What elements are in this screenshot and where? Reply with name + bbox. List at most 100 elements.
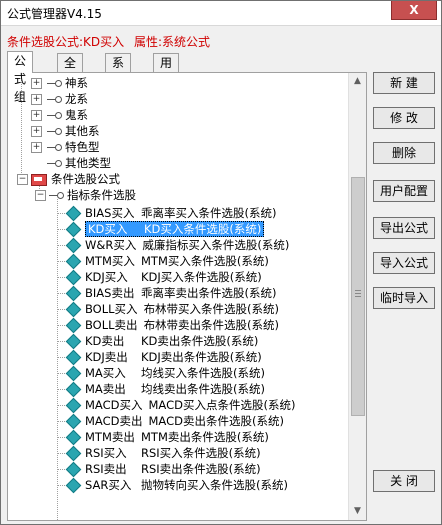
scroll-down-arrow-icon[interactable]: ▼ (349, 503, 366, 520)
formula-item[interactable]: KDJ卖出 KDJ卖出条件选股(系统) (57, 349, 262, 366)
formula-description: 威廉指标买入条件选股(系统) (142, 238, 290, 252)
formula-item-label: SAR买入 抛物转向买入条件选股(系统) (85, 478, 288, 492)
formula-item[interactable]: MA卖出 均线卖出条件选股(系统) (57, 381, 265, 398)
collapse-toggle[interactable]: − (17, 174, 28, 185)
new-button[interactable]: 新 建 (373, 72, 435, 94)
tab-all[interactable]: 全部 (57, 53, 84, 88)
close-button[interactable]: 关 闭 (373, 470, 435, 492)
formula-code: SAR买入 (85, 478, 132, 492)
formula-icon (65, 317, 82, 334)
formula-icon (65, 477, 82, 494)
formula-description: 均线买入条件选股(系统) (141, 366, 265, 380)
expand-toggle[interactable]: + (31, 78, 42, 89)
tree-connector (57, 421, 65, 422)
import-formula-button[interactable]: 导入公式 (373, 252, 435, 274)
tab-system[interactable]: 系统 (105, 53, 132, 88)
delete-button[interactable]: 删除 (373, 142, 435, 164)
formula-tree[interactable]: + 神系 + 龙系 + 鬼系 + 其他系 + 特色型 其他类型 − 条件选股公式… (8, 73, 348, 520)
formula-description: 布林带买入条件选股(系统) (143, 302, 280, 316)
tree-group-item[interactable]: + 鬼系 (31, 107, 88, 123)
edit-button[interactable]: 修 改 (373, 107, 435, 129)
formula-item-label: RSI卖出 RSI卖出条件选股(系统) (85, 462, 261, 476)
formula-code: MA卖出 (85, 382, 126, 396)
tree-connector (57, 437, 65, 438)
formula-code: MA买入 (85, 366, 126, 380)
expand-toggle[interactable]: + (31, 126, 42, 137)
formula-item-label: MA买入 均线买入条件选股(系统) (85, 366, 265, 380)
formula-item[interactable]: KD买入 KD买入条件选股(系统) (57, 221, 265, 238)
formula-description: 乖离率买入条件选股(系统) (141, 206, 277, 220)
tree-connector (57, 229, 65, 230)
collapse-toggle[interactable]: − (35, 190, 46, 201)
tree-connector (57, 373, 65, 374)
formula-description: 布林带卖出条件选股(系统) (143, 318, 280, 332)
formula-item[interactable]: KD卖出 KD卖出条件选股(系统) (57, 333, 258, 350)
formula-item[interactable]: MTM卖出 MTM卖出条件选股(系统) (57, 429, 269, 446)
formula-item[interactable]: BIAS买入 乖离率买入条件选股(系统) (57, 205, 277, 222)
tree-connector (57, 453, 65, 454)
formula-item[interactable]: SAR买入 抛物转向买入条件选股(系统) (57, 477, 288, 494)
expand-toggle[interactable]: + (31, 94, 42, 105)
current-formula-label: 条件选股公式:KD买入 (7, 35, 125, 49)
formula-icon (65, 333, 82, 350)
tree-connector (57, 469, 65, 470)
tree-connector (57, 389, 65, 390)
scrollbar-thumb[interactable] (351, 177, 365, 416)
formula-tree-panel: + 神系 + 龙系 + 鬼系 + 其他系 + 特色型 其他类型 − 条件选股公式… (7, 72, 367, 521)
formula-item[interactable]: RSI买入 RSI买入条件选股(系统) (57, 445, 261, 462)
formula-icon (65, 445, 82, 462)
formula-code: BIAS买入 (85, 206, 135, 220)
formula-info-line: 条件选股公式:KD买入 属性:系统公式 (7, 33, 210, 50)
formula-item[interactable]: MACD买入 MACD买入点条件选股(系统) (57, 397, 295, 414)
formula-code: BOLL卖出 (85, 318, 138, 332)
temp-import-button[interactable]: 临时导入 (373, 287, 435, 309)
formula-code: BIAS卖出 (85, 286, 135, 300)
formula-item[interactable]: BOLL卖出 布林带卖出条件选股(系统) (57, 317, 279, 334)
formula-description: KD卖出条件选股(系统) (141, 334, 259, 348)
category-folder-icon (31, 173, 47, 186)
expand-toggle[interactable]: + (31, 142, 42, 153)
vertical-scrollbar[interactable]: ▲ ▼ (348, 73, 366, 520)
formula-code: KDJ卖出 (85, 350, 128, 364)
formula-item[interactable]: MTM买入 MTM买入条件选股(系统) (57, 253, 269, 270)
formula-description: 乖离率卖出条件选股(系统) (141, 286, 277, 300)
tree-connector (57, 405, 65, 406)
formula-icon (65, 397, 82, 414)
tree-category-item[interactable]: − 条件选股公式 (17, 171, 120, 187)
tree-connector (57, 325, 65, 326)
formula-item[interactable]: BOLL买入 布林带买入条件选股(系统) (57, 301, 280, 318)
tree-group-item[interactable]: 其他类型 (35, 155, 111, 171)
export-formula-button[interactable]: 导出公式 (373, 217, 435, 239)
tree-group-item[interactable]: + 特色型 (31, 139, 100, 155)
formula-description: MTM买入条件选股(系统) (141, 254, 269, 268)
formula-item[interactable]: W&R买入 威廉指标买入条件选股(系统) (57, 237, 290, 254)
close-window-button[interactable]: X (391, 1, 437, 20)
formula-description: 均线卖出条件选股(系统) (141, 382, 265, 396)
tree-subcategory-item[interactable]: − 指标条件选股 (35, 187, 136, 203)
formula-code: MTM卖出 (85, 430, 135, 444)
tab-formula-groups[interactable]: 公式组 (7, 51, 34, 104)
user-config-button[interactable]: 用户配置 (373, 180, 435, 202)
formula-item[interactable]: BIAS卖出 乖离率卖出条件选股(系统) (57, 285, 277, 302)
formula-code: KD买入 (88, 222, 128, 236)
tree-group-item[interactable]: + 龙系 (31, 91, 88, 107)
formula-item[interactable]: KDJ买入 KDJ买入条件选股(系统) (57, 269, 262, 286)
expand-toggle[interactable]: + (31, 110, 42, 121)
formula-description: KD买入条件选股(系统) (144, 222, 262, 236)
formula-item[interactable]: RSI卖出 RSI卖出条件选股(系统) (57, 461, 261, 478)
tree-connector (57, 309, 65, 310)
formula-icon (65, 365, 82, 382)
formula-item[interactable]: MACD卖出 MACD卖出条件选股(系统) (57, 413, 284, 430)
formula-code: MTM买入 (85, 254, 135, 268)
formula-icon (65, 221, 82, 238)
tree-connector (57, 213, 65, 214)
formula-code: MACD买入 (85, 398, 143, 412)
formula-item[interactable]: MA买入 均线买入条件选股(系统) (57, 365, 265, 382)
tree-group-item[interactable]: + 其他系 (31, 123, 100, 139)
formula-code: W&R买入 (85, 238, 137, 252)
tab-user[interactable]: 用户 (153, 53, 180, 88)
tree-group-item[interactable]: + 神系 (31, 75, 88, 91)
scroll-up-arrow-icon[interactable]: ▲ (349, 73, 366, 90)
formula-item-label: BOLL卖出 布林带卖出条件选股(系统) (85, 318, 279, 332)
formula-item-label: KD卖出 KD卖出条件选股(系统) (85, 334, 258, 348)
